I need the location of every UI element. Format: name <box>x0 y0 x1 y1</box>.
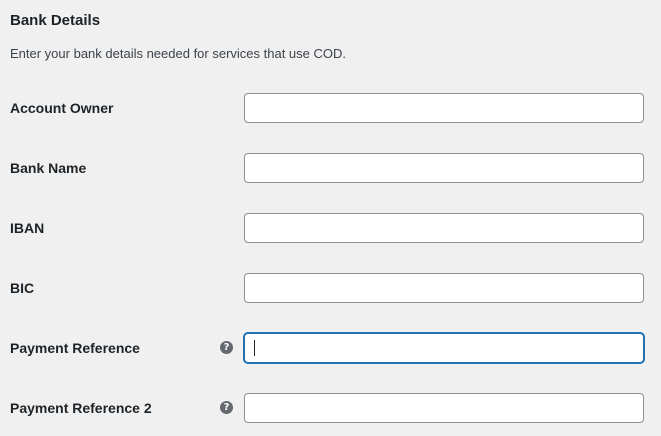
text-caret <box>254 340 255 356</box>
field-row-payment-reference-2: Payment Reference 2 ? <box>0 393 661 423</box>
question-circle-icon[interactable]: ? <box>220 341 233 354</box>
field-label: Bank Name <box>10 160 87 176</box>
field-label: Payment Reference 2 <box>10 400 152 416</box>
field-label: Payment Reference <box>10 340 140 356</box>
iban-input[interactable] <box>244 213 644 243</box>
section-title: Bank Details <box>10 12 101 29</box>
field-row-iban: IBAN <box>0 213 661 243</box>
field-row-bank-name: Bank Name <box>0 153 661 183</box>
payment-reference-input[interactable] <box>244 333 644 363</box>
field-label: IBAN <box>10 220 45 236</box>
field-label: BIC <box>10 280 35 296</box>
section-description: Enter your bank details needed for servi… <box>10 46 347 61</box>
bic-input[interactable] <box>244 273 644 303</box>
payment-reference-2-input[interactable] <box>244 393 644 423</box>
field-row-payment-reference: Payment Reference ? <box>0 333 661 363</box>
field-label: Account Owner <box>10 100 114 116</box>
bank-name-input[interactable] <box>244 153 644 183</box>
account-owner-input[interactable] <box>244 93 644 123</box>
field-row-bic: BIC <box>0 273 661 303</box>
field-row-account-owner: Account Owner <box>0 93 661 123</box>
question-circle-icon[interactable]: ? <box>220 401 233 414</box>
